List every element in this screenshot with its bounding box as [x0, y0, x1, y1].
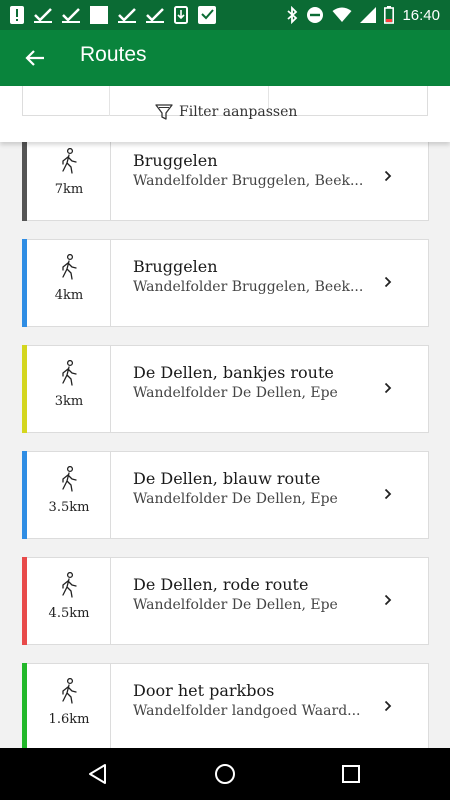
route-meta: 4.5km — [27, 558, 111, 644]
chevron-right-icon — [384, 488, 392, 500]
download-icon — [174, 6, 188, 24]
route-distance: 3.5km — [48, 500, 90, 515]
route-title: De Dellen, blauw route — [133, 469, 321, 488]
triangle-back-icon — [89, 764, 106, 784]
walking-icon — [62, 572, 77, 598]
route-distance: 3km — [54, 394, 84, 409]
route-item-4[interactable]: 3.5km De Dellen, blauw route Wandelfolde… — [22, 451, 429, 539]
route-item-3[interactable]: 3km De Dellen, bankjes route Wandelfolde… — [22, 345, 429, 433]
route-item-5[interactable]: 4.5km De Dellen, rode route Wandelfolder… — [22, 557, 429, 645]
square-recents-icon — [342, 765, 360, 783]
walking-icon — [62, 466, 77, 492]
bluetooth-icon — [286, 6, 298, 24]
route-title: De Dellen, rode route — [133, 575, 309, 594]
chevron-right-icon — [384, 700, 392, 712]
back-button[interactable] — [18, 41, 52, 75]
signal-icon — [360, 7, 377, 23]
check-icon — [118, 7, 136, 23]
route-subtitle: Wandelfolder landgoed Waard... — [133, 703, 361, 719]
walking-icon — [62, 254, 77, 280]
route-meta: 4km — [27, 240, 111, 326]
filter-button[interactable]: Filter aanpassen — [155, 103, 297, 121]
inbox-check-icon — [198, 6, 216, 24]
route-meta: 1.6km — [27, 664, 111, 748]
check-icon — [34, 7, 52, 23]
chevron-right-icon — [384, 594, 392, 606]
navigation-bar — [0, 748, 450, 800]
route-item-1[interactable]: 7km Bruggelen Wandelfolder Bruggelen, Be… — [22, 133, 429, 221]
route-item-2[interactable]: 4km Bruggelen Wandelfolder Bruggelen, Be… — [22, 239, 429, 327]
route-distance: 4km — [54, 288, 84, 303]
battery-icon — [384, 6, 395, 24]
route-title: De Dellen, bankjes route — [133, 363, 334, 382]
funnel-icon — [155, 104, 173, 120]
route-item-6[interactable]: 1.6km Door het parkbos Wandelfolder land… — [22, 663, 429, 748]
walking-icon — [62, 148, 77, 174]
route-subtitle: Wandelfolder Bruggelen, Beek... — [133, 279, 364, 295]
status-bar: 16:40 — [0, 0, 450, 30]
walking-icon — [62, 678, 77, 704]
route-list[interactable]: 7km Bruggelen Wandelfolder Bruggelen, Be… — [0, 86, 450, 748]
app-bar: Routes — [0, 30, 450, 86]
route-meta: 3km — [27, 346, 111, 432]
chevron-right-icon — [384, 276, 392, 288]
alert-icon — [10, 6, 24, 24]
route-distance: 4.5km — [48, 606, 90, 621]
route-title: Bruggelen — [133, 151, 218, 170]
chevron-right-icon — [384, 170, 392, 182]
walking-icon — [62, 360, 77, 386]
route-meta: 3.5km — [27, 452, 111, 538]
check-icon — [62, 7, 80, 23]
recents-nav-button[interactable] — [339, 762, 363, 786]
system-icons: 16:40 — [286, 5, 440, 25]
circle-home-icon — [215, 764, 235, 784]
filter-bar: Filter aanpassen — [0, 86, 450, 142]
arrow-left-icon — [25, 50, 44, 66]
route-subtitle: Wandelfolder Bruggelen, Beek... — [133, 173, 364, 189]
route-subtitle: Wandelfolder De Dellen, Epe — [133, 597, 338, 613]
route-meta: 7km — [27, 134, 111, 220]
blank-notification-icon — [90, 6, 108, 24]
route-subtitle: Wandelfolder De Dellen, Epe — [133, 385, 338, 401]
route-subtitle: Wandelfolder De Dellen, Epe — [133, 491, 338, 507]
do-not-disturb-icon — [306, 6, 324, 24]
home-nav-button[interactable] — [213, 762, 237, 786]
route-title: Bruggelen — [133, 257, 218, 276]
back-nav-button[interactable] — [86, 762, 110, 786]
route-distance: 7km — [54, 182, 84, 197]
filter-label: Filter aanpassen — [179, 104, 298, 120]
check-icon — [146, 7, 164, 23]
route-title: Door het parkbos — [133, 681, 275, 700]
wifi-icon — [332, 7, 352, 23]
notification-icons — [10, 5, 216, 25]
chevron-right-icon — [384, 382, 392, 394]
divider — [109, 86, 110, 116]
route-distance: 1.6km — [48, 712, 90, 727]
page-title: Routes — [80, 43, 147, 66]
status-time: 16:40 — [402, 6, 440, 24]
